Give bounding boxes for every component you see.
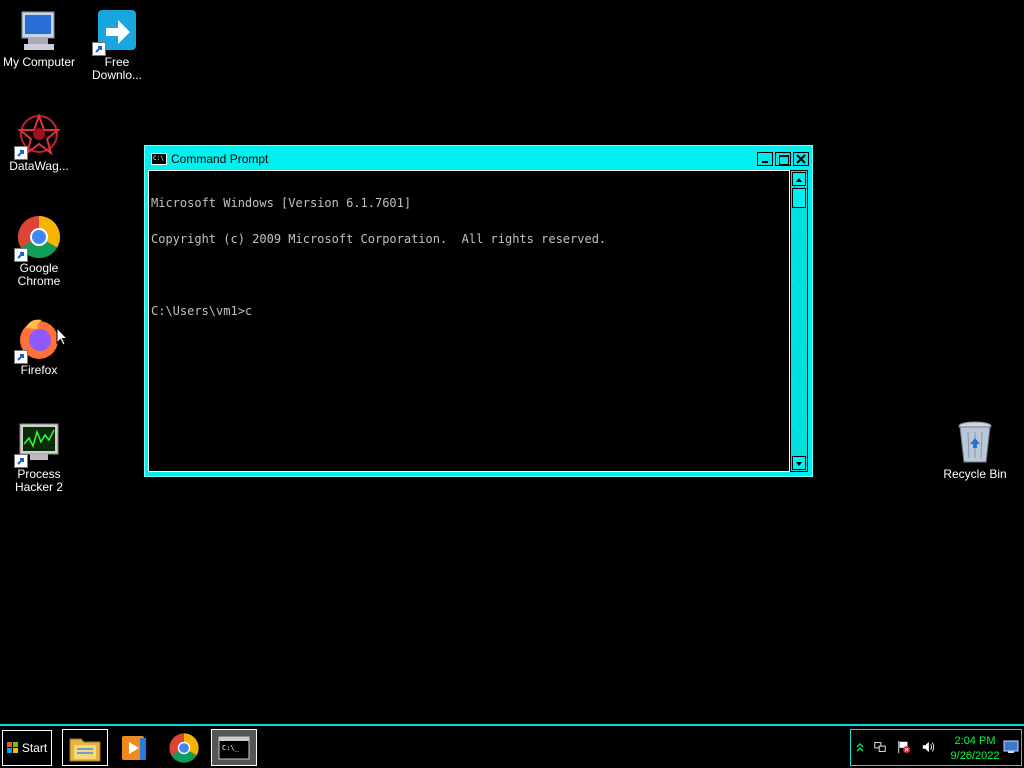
command-prompt-icon: C:\_ xyxy=(218,736,250,759)
file-explorer-icon xyxy=(69,738,101,761)
shortcut-arrow-icon xyxy=(14,146,28,160)
maximize-icon xyxy=(779,154,789,165)
windows-logo-icon xyxy=(6,742,19,754)
desktop-icon-label: Firefox xyxy=(20,363,58,377)
shortcut-arrow-icon xyxy=(92,42,106,56)
shortcut-arrow-icon xyxy=(14,350,28,364)
mouse-cursor-icon xyxy=(56,327,68,346)
console-prompt-line: C:\Users\vm1>c xyxy=(151,304,253,318)
command-prompt-window[interactable]: C:\ Command Prompt Microsoft Windows [Ve… xyxy=(144,145,813,477)
taskbar-command-prompt[interactable]: C:\_ xyxy=(211,729,257,766)
arrow-up-icon xyxy=(796,178,802,182)
cmd-icon: C:\ xyxy=(151,152,167,165)
desktop-icon-process-hacker[interactable]: Process Hacker 2 xyxy=(0,420,78,494)
chrome-icon xyxy=(14,214,62,262)
shortcut-arrow-icon xyxy=(14,454,28,468)
scroll-thumb[interactable] xyxy=(792,188,806,208)
taskbar-file-explorer[interactable] xyxy=(62,729,108,766)
desktop-icon-label: Process Hacker 2 xyxy=(14,467,64,494)
clock-date: 9/26/2022 xyxy=(950,750,1000,762)
desktop-icon-recycle-bin[interactable]: Recycle Bin xyxy=(936,420,1014,481)
desktop-icon-free-download-manager[interactable]: Free Downlo... xyxy=(78,8,156,82)
system-tray: 2:04 PM 9/26/2022 xyxy=(850,729,1022,766)
desktop-icon-label: Google Chrome xyxy=(17,261,61,288)
window-title: Command Prompt xyxy=(171,151,269,166)
minimize-button[interactable] xyxy=(757,151,773,166)
process-hacker-icon xyxy=(14,420,62,468)
console-line: Microsoft Windows [Version 6.1.7601] xyxy=(151,196,412,210)
scroll-up-button[interactable] xyxy=(792,172,806,186)
recycle-bin-icon xyxy=(952,420,998,466)
desktop-icon-label: Recycle Bin xyxy=(943,467,1007,481)
datawag-icon xyxy=(14,112,62,160)
minimize-icon xyxy=(762,160,768,163)
clock-time: 2:04 PM xyxy=(954,735,996,747)
network-icon[interactable] xyxy=(873,740,887,754)
start-label: Start xyxy=(21,741,48,755)
shortcut-arrow-icon xyxy=(14,248,28,262)
desktop-icon-label: Free Downlo... xyxy=(91,55,143,82)
title-bar[interactable]: C:\ Command Prompt xyxy=(148,149,809,168)
taskbar-chrome[interactable] xyxy=(161,729,207,766)
computer-icon xyxy=(16,8,62,54)
close-icon xyxy=(796,153,806,164)
desktop-icon-google-chrome[interactable]: Google Chrome xyxy=(0,214,78,288)
taskbar-media-player[interactable] xyxy=(110,729,156,766)
svg-text:C:\_: C:\_ xyxy=(222,744,240,752)
download-manager-icon xyxy=(92,8,140,56)
scroll-down-button[interactable] xyxy=(792,456,806,470)
desktop-icon-label: My Computer xyxy=(2,55,76,69)
console-output[interactable]: Microsoft Windows [Version 6.1.7601] Cop… xyxy=(148,170,790,472)
maximize-button[interactable] xyxy=(775,151,791,166)
vertical-scrollbar[interactable] xyxy=(790,170,808,472)
show-desktop-icon[interactable] xyxy=(1003,740,1019,754)
console-line: Copyright (c) 2009 Microsoft Corporation… xyxy=(151,232,607,246)
start-button[interactable]: Start xyxy=(2,730,52,766)
desktop-icon-datawag[interactable]: DataWag... xyxy=(0,112,78,173)
arrow-down-icon xyxy=(796,462,802,466)
desktop-icon-label: DataWag... xyxy=(9,159,69,173)
clock[interactable]: 2:04 PM 9/26/2022 xyxy=(944,734,1006,764)
taskbar: Start C:\_ 2:04 PM 9/26/2022 xyxy=(0,724,1024,768)
close-button[interactable] xyxy=(793,151,809,166)
action-center-flag-icon[interactable] xyxy=(897,740,911,754)
media-player-icon xyxy=(122,735,146,760)
chrome-icon xyxy=(169,732,199,763)
volume-icon[interactable] xyxy=(921,740,935,754)
desktop-icon-my-computer[interactable]: My Computer xyxy=(0,8,78,69)
show-hidden-icons-icon[interactable] xyxy=(853,740,867,754)
